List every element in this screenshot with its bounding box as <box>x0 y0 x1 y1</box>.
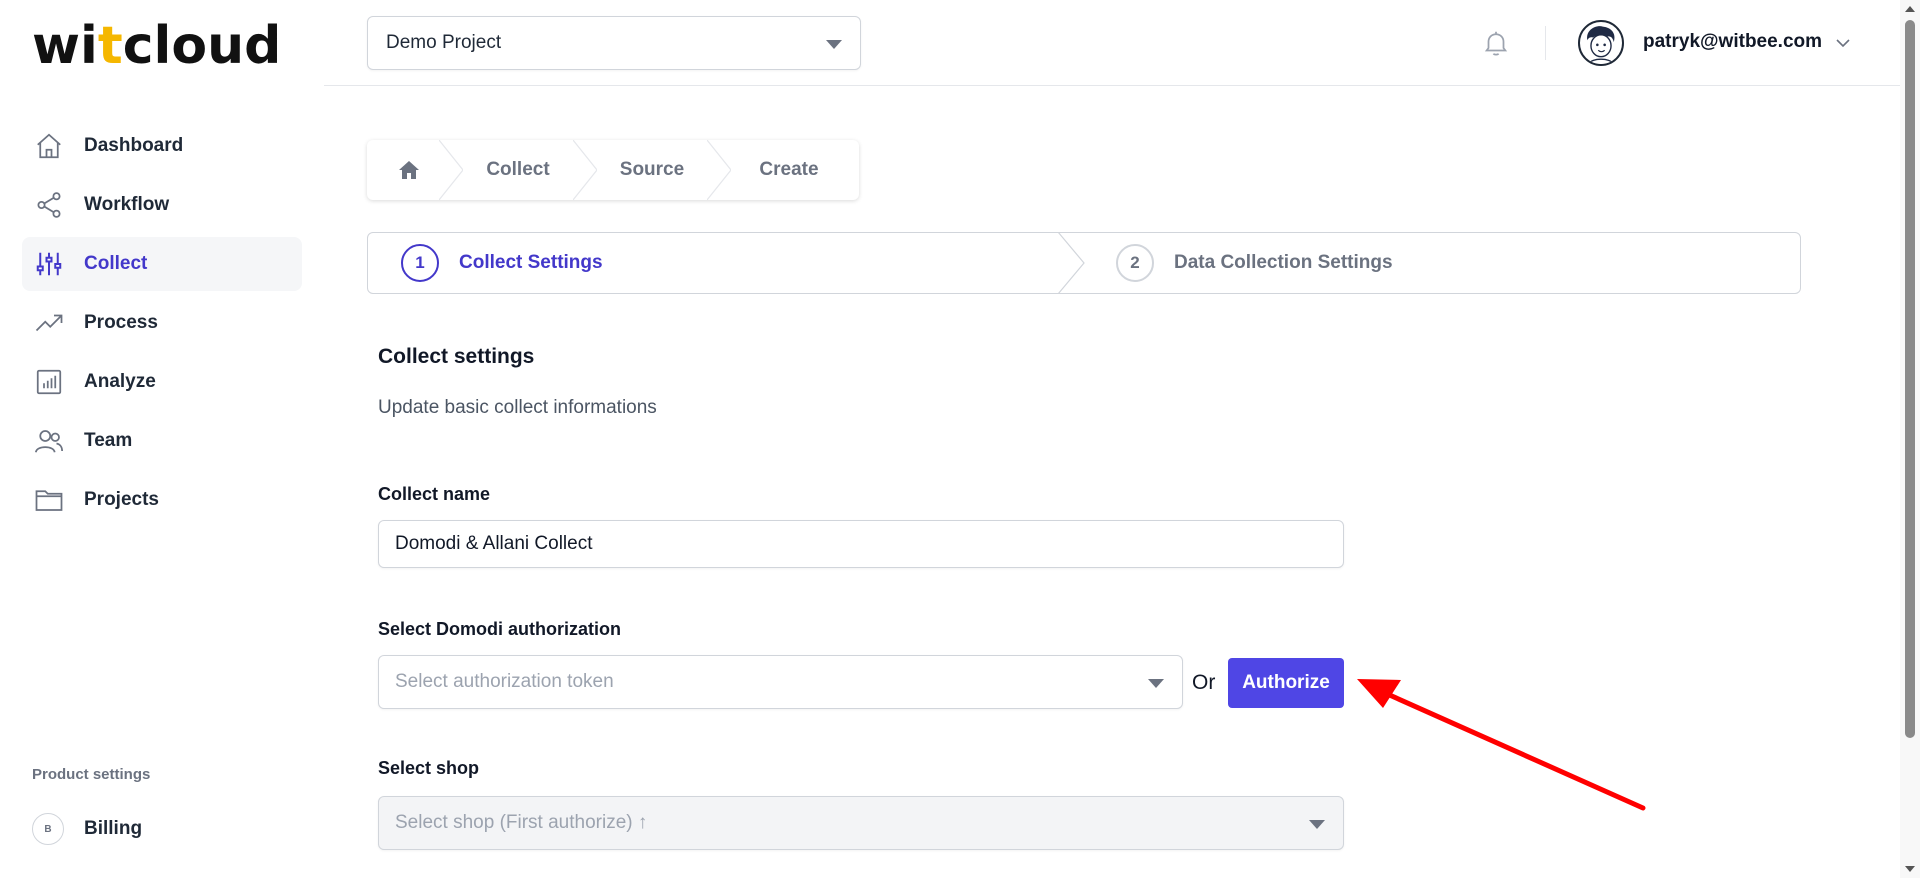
home-icon <box>399 161 419 179</box>
sidebar-item-process[interactable]: Process <box>22 296 302 350</box>
step-data-collection-settings[interactable]: 2 Data Collection Settings <box>1116 233 1393 293</box>
form-title: Collect settings <box>378 345 535 368</box>
auth-token-select[interactable]: Select authorization token <box>378 655 1183 709</box>
project-select-value: Demo Project <box>386 32 502 53</box>
caret-down-icon <box>1309 820 1325 829</box>
chevron-down-icon[interactable] <box>1834 34 1852 52</box>
or-text: Or <box>1192 671 1216 694</box>
shop-label: Select shop <box>378 758 480 778</box>
sidebar-item-label: Process <box>84 312 158 333</box>
auth-label: Select Domodi authorization <box>378 619 622 639</box>
bell-icon[interactable] <box>1481 28 1511 58</box>
sidebar-item-label: Analyze <box>84 371 156 392</box>
sidebar-item-label: Projects <box>84 489 159 510</box>
page-scrollbar[interactable] <box>1900 0 1920 878</box>
scroll-down-arrow-icon[interactable] <box>1905 866 1915 872</box>
sidebar-item-label: Team <box>84 430 133 451</box>
collect-name-label: Collect name <box>378 484 491 504</box>
sidebar-item-collect[interactable]: Collect <box>22 237 302 291</box>
scrollbar-thumb[interactable] <box>1905 20 1915 738</box>
billing-badge-icon: B <box>32 813 64 845</box>
caret-down-icon <box>826 40 842 49</box>
annotation-arrow-icon <box>1357 679 1646 811</box>
logo-text-2: t <box>97 16 123 76</box>
breadcrumb-item-collect[interactable]: Collect <box>451 140 597 200</box>
users-icon <box>34 426 64 456</box>
shop-select-placeholder: Select shop (First authorize) ↑ <box>395 812 648 833</box>
collect-name-value: Domodi & Allani Collect <box>395 533 593 554</box>
sidebar-item-label: Collect <box>84 253 148 274</box>
sidebar-item-label: Workflow <box>84 194 170 215</box>
sidebar-item-label: Billing <box>84 818 143 839</box>
breadcrumb-separator <box>573 140 597 200</box>
form-subtitle: Update basic collect informations <box>378 397 657 418</box>
sidebar-item-team[interactable]: Team <box>22 414 302 468</box>
sidebar-item-projects[interactable]: Projects <box>22 473 302 527</box>
breadcrumb: Collect Source Create <box>367 140 859 200</box>
sidebar-item-label: Dashboard <box>84 135 184 156</box>
step-separator <box>1058 232 1085 294</box>
user-email[interactable]: patryk@witbee.com <box>1643 31 1822 53</box>
chart-icon <box>34 367 64 397</box>
witcloud-logo[interactable]: wi t cloud <box>32 16 282 76</box>
sliders-icon <box>34 249 64 279</box>
step-collect-settings[interactable]: 1 Collect Settings <box>401 233 603 293</box>
topbar: Demo Project patryk@witbee.com <box>324 0 1900 86</box>
stepper: 1 Collect Settings 2 Data Collection Set… <box>367 232 1801 294</box>
sidebar-item-dashboard[interactable]: Dashboard <box>22 119 302 173</box>
topbar-divider <box>1545 26 1546 60</box>
logo-text-1: wi <box>32 16 98 76</box>
step-label: Collect Settings <box>459 252 603 273</box>
logo-text-3: cloud <box>122 16 282 76</box>
caret-down-icon <box>1148 679 1164 688</box>
breadcrumb-separator <box>439 140 463 200</box>
step-number: 2 <box>1116 244 1154 282</box>
user-avatar[interactable] <box>1578 20 1624 66</box>
breadcrumb-item-create[interactable]: Create <box>719 140 859 200</box>
trend-icon <box>34 308 64 338</box>
step-number: 1 <box>401 244 439 282</box>
breadcrumb-label: Create <box>759 159 819 180</box>
scroll-up-arrow-icon[interactable] <box>1905 6 1915 12</box>
authorize-button[interactable]: Authorize <box>1228 658 1344 708</box>
project-select[interactable]: Demo Project <box>367 16 861 70</box>
step-label: Data Collection Settings <box>1174 252 1393 273</box>
sidebar-item-workflow[interactable]: Workflow <box>22 178 302 232</box>
breadcrumb-home[interactable] <box>367 140 463 200</box>
sidebar-item-analyze[interactable]: Analyze <box>22 355 302 409</box>
breadcrumb-item-source[interactable]: Source <box>585 140 731 200</box>
sidebar-nav: Dashboard Workflow Collect Process Analy… <box>22 119 302 532</box>
auth-token-placeholder: Select authorization token <box>395 671 614 692</box>
collect-name-input[interactable]: Domodi & Allani Collect <box>378 520 1344 568</box>
breadcrumb-separator <box>707 140 731 200</box>
sidebar-item-billing[interactable]: B Billing <box>22 806 302 852</box>
sidebar: wi t cloud Dashboard Workflow Collect Proc… <box>0 0 324 878</box>
home-icon <box>34 131 64 161</box>
folder-icon <box>34 485 64 515</box>
product-settings-label: Product settings <box>32 766 151 783</box>
shop-select[interactable]: Select shop (First authorize) ↑ <box>378 796 1344 850</box>
breadcrumb-label: Collect <box>486 159 550 180</box>
breadcrumb-label: Source <box>619 159 685 180</box>
share-icon <box>34 190 64 220</box>
